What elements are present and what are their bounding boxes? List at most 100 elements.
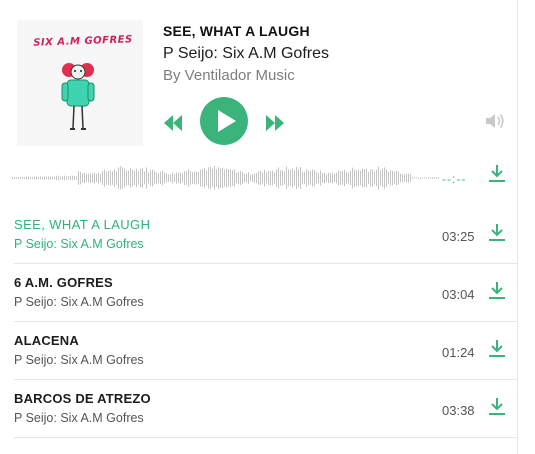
track-row[interactable]: BARCOS DE ATREZO P Seijo: Six A.M Gofres… — [14, 380, 518, 438]
waveform-bar — [418, 177, 419, 179]
waveform-bar — [106, 171, 107, 185]
waveform-bar — [96, 173, 97, 183]
waveform-bar — [56, 175, 57, 181]
waveform-bar — [346, 171, 347, 185]
waveform-bar — [120, 166, 121, 190]
waveform-bar — [146, 167, 147, 189]
waveform-bar — [82, 173, 83, 183]
track-title: BARCOS DE ATREZO — [14, 391, 151, 406]
waveform-bar — [118, 167, 119, 189]
waveform-bar — [396, 170, 397, 186]
waveform-seekbar[interactable] — [12, 160, 440, 196]
waveform-bar — [364, 169, 365, 187]
now-playing-artist: P Seijo: Six A.M Gofres — [163, 45, 329, 62]
waveform-bar — [280, 170, 281, 186]
download-icon[interactable] — [487, 163, 507, 183]
waveform-bar — [48, 176, 49, 180]
track-title: ALACENA — [14, 333, 79, 348]
waveform-bar — [150, 169, 151, 187]
waveform-bar — [322, 173, 323, 184]
waveform-bar — [290, 170, 291, 186]
waveform-bar — [128, 170, 129, 186]
waveform-bar — [134, 171, 135, 185]
waveform-bar — [162, 170, 163, 186]
track-list: SEE, WHAT A LAUGH P Seijo: Six A.M Gofre… — [0, 206, 518, 438]
waveform-bar — [414, 177, 415, 179]
waveform-bar — [340, 171, 341, 185]
waveform-bar — [356, 170, 357, 186]
waveform-bar — [314, 169, 315, 187]
waveform-bar — [164, 172, 165, 184]
waveform-bar — [298, 169, 299, 187]
waveform-bar — [408, 173, 409, 183]
waveform-bar — [12, 177, 13, 179]
waveform-bar — [140, 168, 141, 188]
waveform-bar — [62, 176, 63, 180]
waveform-bar — [142, 168, 143, 188]
download-icon[interactable] — [487, 222, 507, 242]
waveform-bar — [34, 176, 35, 180]
waveform-bar — [366, 168, 367, 188]
waveform-bar — [428, 177, 429, 179]
waveform-bar — [98, 172, 99, 184]
waveform-bar — [410, 174, 411, 182]
waveform-bar — [212, 168, 213, 188]
waveform-bar — [30, 176, 31, 180]
fast-forward-icon[interactable] — [264, 113, 286, 133]
waveform-bar — [260, 170, 261, 186]
total-time: --:-- — [442, 172, 467, 186]
waveform-bar — [186, 171, 187, 185]
waveform-bar — [84, 172, 85, 184]
waveform-bar — [394, 172, 395, 184]
waveform-bar — [54, 176, 55, 180]
track-artist: P Seijo: Six A.M Gofres — [14, 295, 144, 309]
download-icon[interactable] — [487, 338, 507, 358]
waveform-bar — [372, 169, 373, 187]
waveform-bar — [78, 171, 79, 185]
waveform-bar — [342, 171, 343, 185]
waveform-bar — [168, 174, 169, 182]
rewind-icon[interactable] — [162, 113, 184, 133]
waveform-bar — [256, 172, 257, 183]
waveform-bar — [228, 169, 229, 187]
waveform-bar — [144, 171, 145, 185]
waveform-bar — [270, 170, 271, 186]
waveform-bar — [400, 173, 401, 183]
play-button[interactable] — [200, 97, 248, 145]
waveform-bar — [248, 172, 249, 184]
waveform-bar — [130, 168, 131, 188]
waveform-bar — [312, 169, 313, 187]
waveform-bar — [264, 169, 265, 187]
waveform-bar — [178, 172, 179, 184]
waveform-bar — [208, 167, 209, 189]
waveform-bar — [258, 171, 259, 185]
waveform-bar — [332, 172, 333, 184]
waveform-bar — [216, 169, 217, 187]
waveform-bar — [176, 172, 177, 184]
waveform-bar — [196, 171, 197, 185]
download-icon[interactable] — [487, 280, 507, 300]
waveform-bar — [230, 169, 231, 187]
waveform-bar — [422, 177, 423, 179]
waveform-bar — [112, 171, 113, 185]
track-row[interactable]: SEE, WHAT A LAUGH P Seijo: Six A.M Gofre… — [14, 206, 518, 264]
download-icon[interactable] — [487, 396, 507, 416]
waveform-bar — [378, 166, 379, 190]
waveform-bar — [362, 168, 363, 188]
waveform-bar — [282, 170, 283, 186]
track-duration: 01:24 — [442, 345, 475, 360]
waveform-bar — [74, 176, 75, 180]
speaker-icon[interactable] — [484, 111, 506, 131]
waveform-bar — [92, 173, 93, 183]
track-row[interactable]: 6 A.M. GOFRES P Seijo: Six A.M Gofres 03… — [14, 264, 518, 322]
waveform-bar — [20, 176, 21, 180]
waveform-bar — [46, 176, 47, 180]
waveform-bar — [172, 172, 173, 184]
waveform-bar — [252, 174, 253, 182]
track-row[interactable]: ALACENA P Seijo: Six A.M Gofres 01:24 — [14, 322, 518, 380]
waveform-bar — [66, 176, 67, 180]
waveform-bar — [320, 170, 321, 186]
waveform-bar — [360, 170, 361, 186]
waveform-bar — [64, 175, 65, 181]
waveform-bar — [102, 171, 103, 185]
